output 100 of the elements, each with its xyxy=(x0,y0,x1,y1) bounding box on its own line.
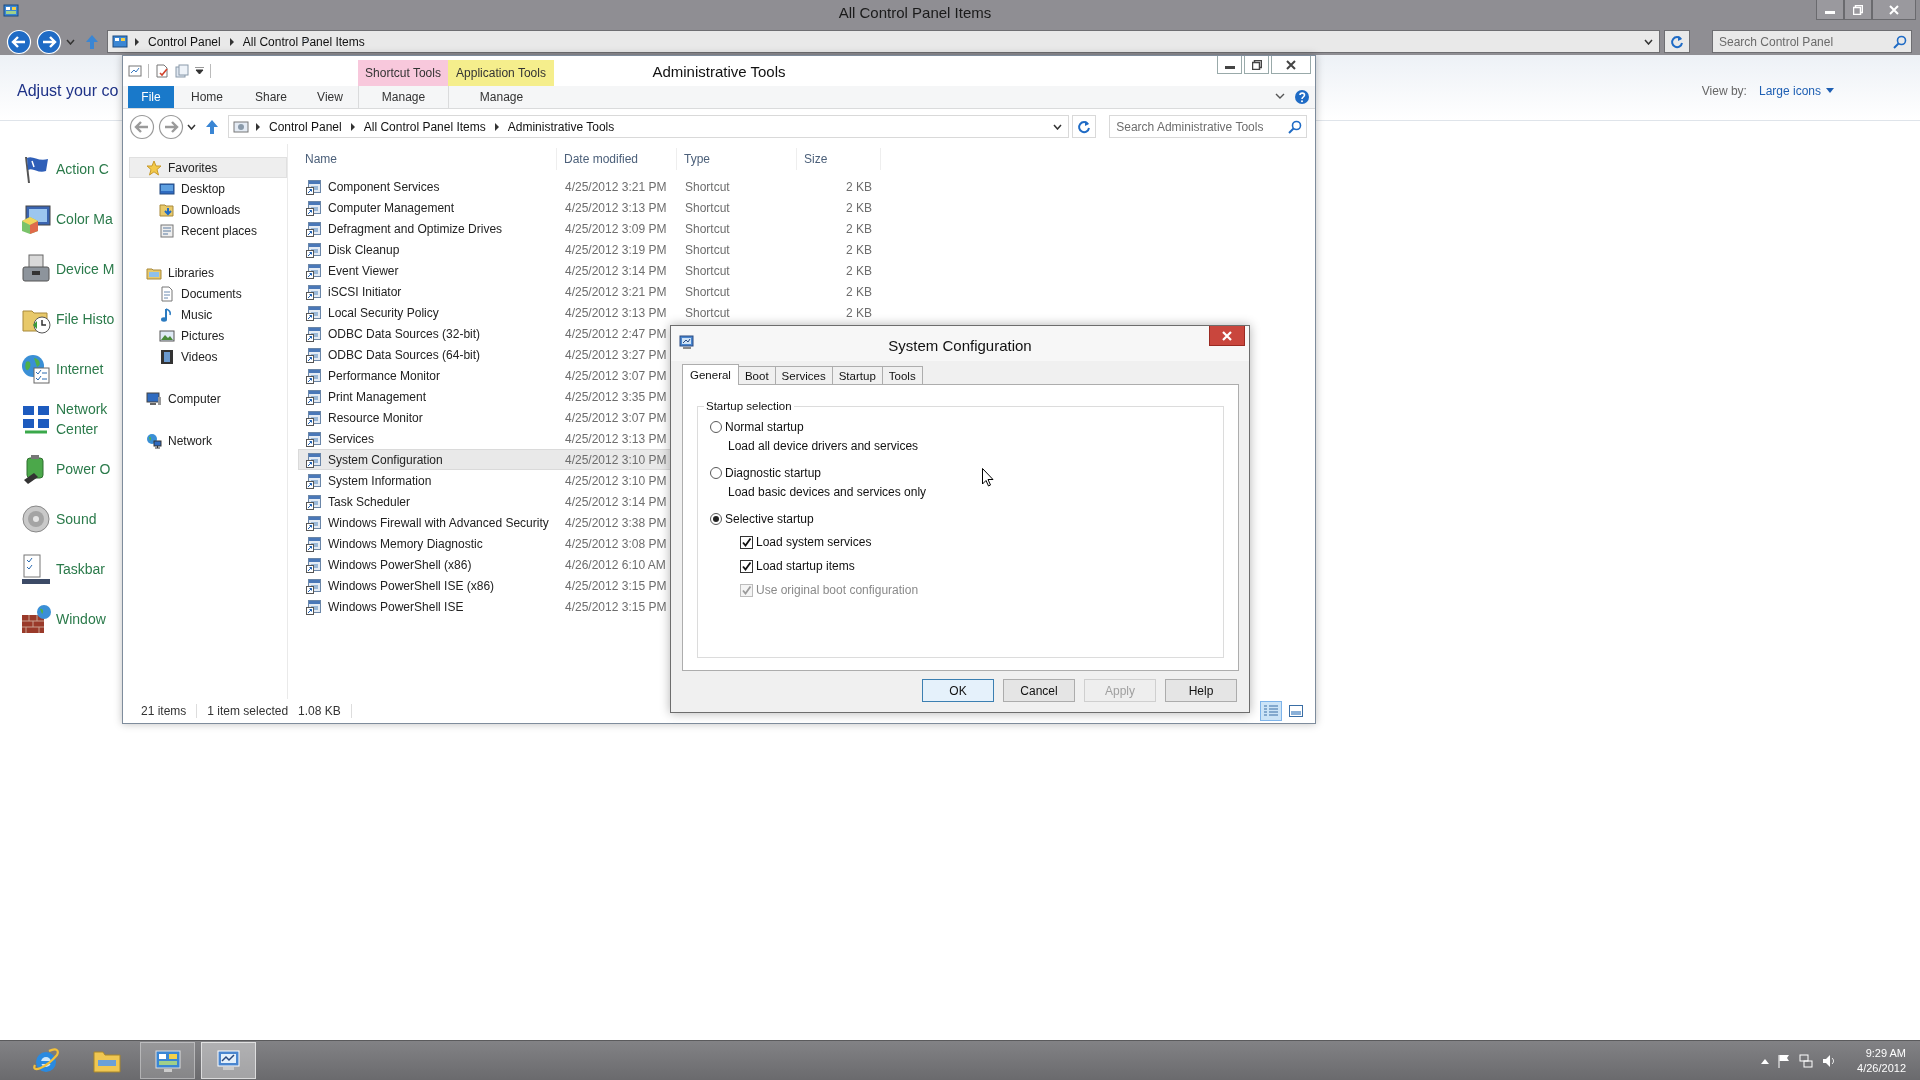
file-row[interactable]: Defragment and Optimize Drives 4/25/2012 3:09 PM Shortcut 2 KB xyxy=(298,218,898,239)
file-row[interactable]: Event Viewer 4/25/2012 3:14 PM Shortcut 2 KB xyxy=(298,260,898,281)
checkbox[interactable] xyxy=(740,559,753,573)
control-panel-item-label[interactable]: Center xyxy=(56,419,108,439)
option-label[interactable]: Selective startup xyxy=(725,512,814,526)
column-header[interactable]: Name xyxy=(298,148,557,170)
maximize-button[interactable] xyxy=(1244,56,1269,74)
radio-button[interactable] xyxy=(710,467,722,479)
taskbar-button[interactable] xyxy=(201,1042,256,1079)
tab[interactable]: Startup xyxy=(831,366,883,384)
ribbon-tab[interactable]: Manage xyxy=(448,86,554,108)
control-panel-item-label[interactable]: Window xyxy=(56,609,106,629)
option-label[interactable]: Normal startup xyxy=(725,420,804,434)
control-panel-item-label[interactable]: Internet xyxy=(56,359,104,379)
radio-button[interactable] xyxy=(710,421,722,433)
close-button[interactable] xyxy=(1209,326,1245,346)
new-item-button[interactable] xyxy=(155,64,169,78)
control-panel-item-label[interactable]: Taskbar xyxy=(56,559,106,579)
nav-item[interactable]: Music xyxy=(129,304,287,325)
file-row[interactable]: iSCSI Initiator 4/25/2012 3:21 PM Shortcut 2 KB xyxy=(298,281,898,302)
close-button[interactable] xyxy=(1872,0,1916,20)
file-row[interactable]: Disk Cleanup 4/25/2012 3:19 PM Shortcut 2 KB xyxy=(298,239,898,260)
control-panel-item-label[interactable]: Color Ma xyxy=(56,209,113,229)
date-cell-text: 4/25/2012 3:10 PM xyxy=(564,473,668,488)
checkbox-label[interactable]: Load startup items xyxy=(756,559,855,573)
radio-button[interactable] xyxy=(710,513,722,525)
nav-item[interactable]: Network xyxy=(129,430,287,451)
clock-date[interactable]: 4/26/2012 xyxy=(1857,1060,1906,1076)
taskbar-button[interactable] xyxy=(140,1042,195,1079)
internet-explorer-icon xyxy=(30,1046,61,1075)
nav-item[interactable]: Desktop xyxy=(129,178,287,199)
up-button[interactable] xyxy=(205,118,219,135)
address-bar[interactable]: Control Panel All Control Panel Items Administrative Tools xyxy=(228,115,1069,138)
nav-item[interactable]: Favorites xyxy=(129,157,287,178)
back-button[interactable] xyxy=(129,113,155,140)
properties-button[interactable] xyxy=(128,64,142,78)
control-panel-item-label[interactable]: File Histo xyxy=(56,309,115,329)
view-by-dropdown[interactable]: Large icons xyxy=(1758,83,1834,98)
customize-toolbar-button[interactable] xyxy=(195,67,204,75)
checkbox[interactable] xyxy=(740,535,753,549)
column-header[interactable]: Size xyxy=(797,148,881,170)
file-name-cell: Performance Monitor xyxy=(299,367,558,384)
maximize-button[interactable] xyxy=(1844,0,1872,20)
checkbox-label[interactable]: Load system services xyxy=(756,535,872,549)
flag-icon xyxy=(1778,1053,1791,1068)
chevron-up-icon xyxy=(1761,1057,1770,1064)
breadcrumb-item[interactable]: All Control Panel Items xyxy=(240,34,367,49)
refresh-button[interactable] xyxy=(1664,30,1690,53)
nav-item[interactable]: Downloads xyxy=(129,199,287,220)
close-button[interactable] xyxy=(1271,56,1311,74)
control-panel-item-label[interactable]: Power O xyxy=(56,459,111,479)
expand-ribbon-button[interactable] xyxy=(1275,93,1285,101)
dropdown-caret-icon xyxy=(1826,88,1834,93)
dialog-button[interactable]: OK xyxy=(922,679,994,702)
help-button[interactable] xyxy=(1295,90,1309,104)
shortcut-icon xyxy=(306,535,322,552)
clock-time[interactable]: 9:29 AM xyxy=(1865,1045,1906,1061)
film-icon xyxy=(159,348,175,365)
show-hidden-icons-button[interactable] xyxy=(1761,1057,1770,1064)
control-panel-item-label[interactable]: Network xyxy=(56,399,108,419)
column-header[interactable]: Date modified xyxy=(557,148,677,170)
breadcrumb-item[interactable]: All Control Panel Items xyxy=(361,119,488,134)
recent-pages-button[interactable] xyxy=(187,123,196,130)
file-tab[interactable]: File xyxy=(128,86,174,108)
ribbon-tab[interactable]: Home xyxy=(174,86,240,108)
nav-item[interactable]: Videos xyxy=(129,346,287,367)
file-row[interactable]: Component Services 4/25/2012 3:21 PM Shortcut 2 KB xyxy=(298,176,898,197)
network-icon xyxy=(1799,1053,1814,1068)
volume-button[interactable] xyxy=(1822,1053,1837,1068)
file-row[interactable]: Computer Management 4/25/2012 3:13 PM Shortcut 2 KB xyxy=(298,197,898,218)
minimize-button[interactable] xyxy=(1816,0,1844,20)
dropdown-caret-icon xyxy=(1052,123,1062,130)
breadcrumb-item[interactable]: Control Panel xyxy=(267,119,344,134)
ribbon-tab[interactable]: Manage xyxy=(358,86,448,108)
tab[interactable]: Tools xyxy=(881,366,923,384)
nav-item[interactable]: Documents xyxy=(129,283,287,304)
nav-item[interactable]: Recent places xyxy=(129,220,287,241)
control-panel-item-label[interactable]: Sound xyxy=(56,509,97,529)
dialog-button[interactable]: Cancel xyxy=(1003,679,1075,702)
file-row[interactable]: Local Security Policy 4/25/2012 3:13 PM Shortcut 2 KB xyxy=(298,302,898,323)
option-description: Load basic devices and services only xyxy=(728,484,928,501)
control-panel-item-label[interactable]: Device M xyxy=(56,259,115,279)
minimize-button[interactable] xyxy=(1217,56,1242,74)
file-name-cell: Services xyxy=(299,430,558,447)
size-cell-text: 2 KB xyxy=(845,263,873,278)
nav-item[interactable]: Pictures xyxy=(129,325,287,346)
column-header[interactable]: Type xyxy=(677,148,797,170)
nav-item[interactable]: Libraries xyxy=(129,262,287,283)
network-button[interactable] xyxy=(1799,1053,1814,1068)
control-panel-item-label[interactable]: Action C xyxy=(56,159,109,179)
breadcrumb-item[interactable]: Administrative Tools xyxy=(505,119,617,134)
dialog-button[interactable]: Help xyxy=(1165,679,1237,702)
nav-item[interactable]: Computer xyxy=(129,388,287,409)
address-bar[interactable]: Control Panel All Control Panel Items xyxy=(107,30,1660,53)
action-center-button[interactable] xyxy=(1778,1053,1791,1068)
tab[interactable]: General xyxy=(682,364,739,385)
breadcrumb-item[interactable]: Control Panel xyxy=(146,34,223,49)
ribbon-tab[interactable]: View xyxy=(302,86,358,108)
search-field[interactable]: Search Control Panel xyxy=(1712,30,1912,53)
ribbon-tab[interactable]: Share xyxy=(240,86,302,108)
